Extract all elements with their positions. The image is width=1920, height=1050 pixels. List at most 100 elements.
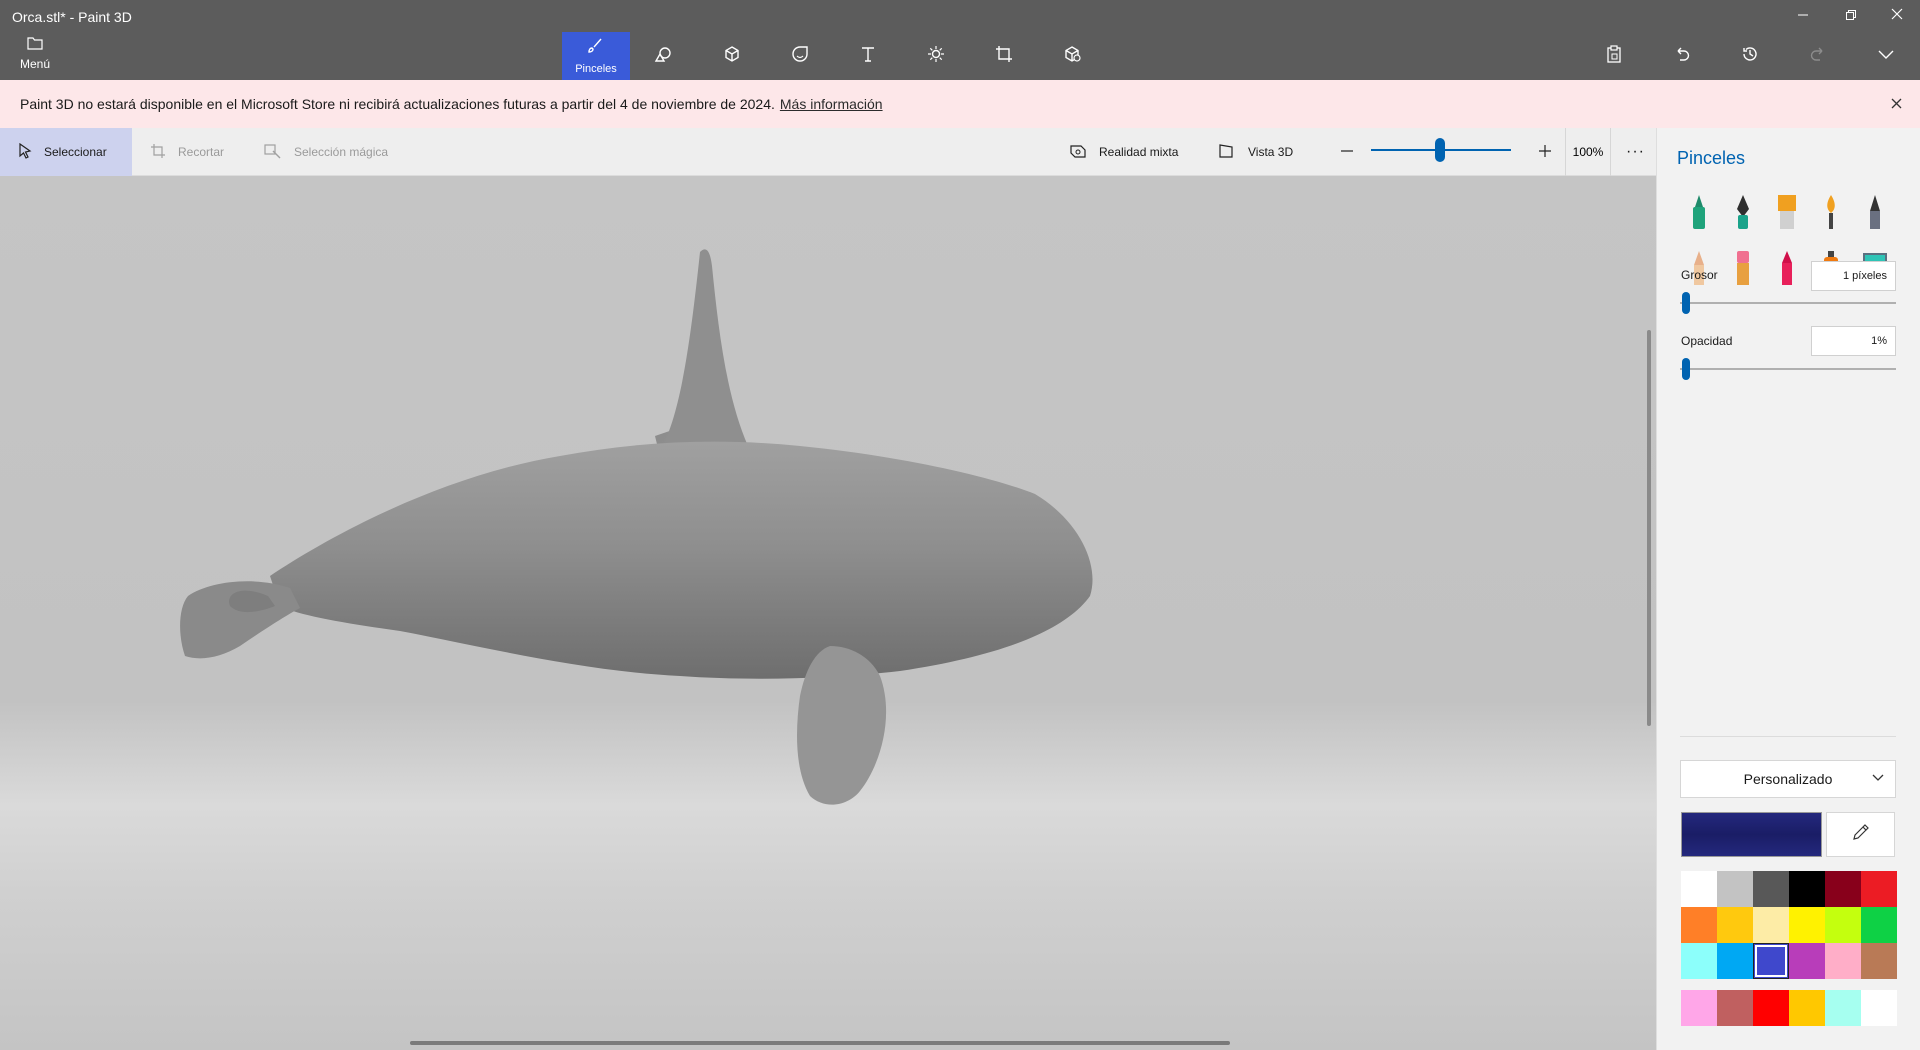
redo-button[interactable]: [1784, 32, 1852, 80]
right-actions: [1580, 32, 1920, 80]
zoom-level[interactable]: 100%: [1565, 128, 1611, 176]
brush-oil[interactable]: [1765, 186, 1809, 242]
tab-brushes[interactable]: Pinceles: [562, 32, 630, 80]
thickness-slider-thumb[interactable]: [1682, 292, 1691, 314]
current-color-swatch[interactable]: [1681, 812, 1822, 857]
restore-button[interactable]: [1828, 0, 1874, 32]
expand-icon: [1877, 47, 1895, 65]
view-3d-button[interactable]: Vista 3D: [1200, 128, 1311, 176]
custom-color-swatch[interactable]: [1681, 990, 1717, 1026]
custom-color-swatch[interactable]: [1825, 990, 1861, 1026]
zoom-in-button[interactable]: [1520, 128, 1570, 176]
tab-3d-library[interactable]: [1038, 32, 1106, 80]
color-swatch[interactable]: [1717, 943, 1753, 979]
finish-dropdown[interactable]: Personalizado: [1680, 760, 1896, 798]
color-swatch[interactable]: [1681, 907, 1717, 943]
marker-icon: [1689, 193, 1709, 236]
color-swatch[interactable]: [1789, 907, 1825, 943]
eyedropper-button[interactable]: [1826, 812, 1895, 857]
plus-icon: [1538, 144, 1552, 161]
notice-text: Paint 3D no estará disponible en el Micr…: [20, 96, 775, 112]
brush-marker[interactable]: [1677, 186, 1721, 242]
paste-button[interactable]: [1580, 32, 1648, 80]
color-swatch[interactable]: [1861, 871, 1897, 907]
menu-label: Menú: [19, 57, 51, 71]
thickness-value[interactable]: 1 píxeles: [1811, 261, 1896, 291]
zoom-out-button[interactable]: [1322, 128, 1372, 176]
opacity-slider-track[interactable]: [1680, 368, 1896, 370]
magic-select-button[interactable]: Selección mágica: [246, 128, 406, 176]
tab-2d-shapes[interactable]: [630, 32, 698, 80]
brush-pixel-pen[interactable]: [1853, 186, 1897, 242]
thickness-slider-track[interactable]: [1680, 302, 1896, 304]
magic-select-icon: [264, 143, 282, 162]
brush-eraser[interactable]: [1721, 242, 1765, 298]
brush-crayon[interactable]: [1765, 242, 1809, 298]
view-3d-label: Vista 3D: [1248, 145, 1294, 159]
view-3d-icon: [1218, 143, 1236, 162]
chevron-down-icon: [1871, 771, 1885, 788]
horizontal-scrollbar[interactable]: [410, 1041, 1230, 1045]
color-swatch[interactable]: [1717, 871, 1753, 907]
tab-canvas[interactable]: [970, 32, 1038, 80]
brush-icon: [587, 37, 605, 60]
oil-brush-icon: [1776, 193, 1798, 236]
color-swatch[interactable]: [1861, 943, 1897, 979]
minimize-button[interactable]: [1780, 0, 1826, 32]
color-swatch[interactable]: [1825, 871, 1861, 907]
close-window-button[interactable]: [1874, 0, 1920, 32]
notice-close-button[interactable]: [1886, 94, 1906, 114]
color-swatch[interactable]: [1789, 943, 1825, 979]
tab-stickers[interactable]: [766, 32, 834, 80]
restore-icon: [1846, 7, 1856, 25]
expand-button[interactable]: [1852, 32, 1920, 80]
brush-calligraphy[interactable]: [1721, 186, 1765, 242]
minus-icon: [1340, 144, 1354, 161]
vertical-scrollbar[interactable]: [1647, 330, 1651, 726]
redo-icon: [1809, 45, 1827, 68]
undo-button[interactable]: [1648, 32, 1716, 80]
custom-color-swatch[interactable]: [1753, 990, 1789, 1026]
more-options-button[interactable]: ···: [1614, 128, 1657, 176]
brush-watercolor[interactable]: [1809, 186, 1853, 242]
history-button[interactable]: [1716, 32, 1784, 80]
crop-icon: [150, 143, 166, 162]
color-swatch[interactable]: [1681, 871, 1717, 907]
color-palette: [1681, 871, 1897, 979]
history-icon: [1741, 45, 1759, 68]
color-swatch[interactable]: [1681, 943, 1717, 979]
color-swatch[interactable]: [1753, 871, 1789, 907]
folder-icon: [27, 36, 43, 57]
custom-color-swatch[interactable]: [1789, 990, 1825, 1026]
more-info-link[interactable]: Más información: [780, 96, 883, 112]
custom-color-swatch[interactable]: [1861, 990, 1897, 1026]
canvas-area[interactable]: [0, 176, 1656, 1050]
select-label: Seleccionar: [44, 145, 107, 159]
zoom-slider-thumb[interactable]: [1435, 138, 1445, 162]
color-swatch[interactable]: [1753, 907, 1789, 943]
opacity-slider-thumb[interactable]: [1682, 358, 1691, 380]
color-swatch[interactable]: [1861, 907, 1897, 943]
menu-button[interactable]: Menú: [14, 36, 56, 74]
library-3d-icon: [1062, 45, 1082, 68]
title-bar: Orca.stl* - Paint 3D Menú Pinceles: [0, 0, 1920, 80]
paste-icon: [1606, 44, 1622, 68]
pointer-icon: [18, 142, 32, 162]
color-swatch[interactable]: [1753, 943, 1789, 979]
color-swatch[interactable]: [1717, 907, 1753, 943]
tab-effects[interactable]: [902, 32, 970, 80]
color-swatch[interactable]: [1825, 943, 1861, 979]
color-swatch[interactable]: [1789, 871, 1825, 907]
thickness-label: Grosor: [1681, 268, 1718, 282]
color-swatch[interactable]: [1825, 907, 1861, 943]
tab-3d-shapes[interactable]: [698, 32, 766, 80]
tool-tabs: Pinceles: [562, 32, 1106, 80]
crop-button[interactable]: Recortar: [132, 128, 242, 176]
tab-text[interactable]: [834, 32, 902, 80]
orca-model[interactable]: [0, 176, 1656, 1050]
select-button[interactable]: Seleccionar: [0, 128, 132, 176]
opacity-value[interactable]: 1%: [1811, 326, 1896, 356]
custom-color-swatch[interactable]: [1717, 990, 1753, 1026]
calligraphy-pen-icon: [1733, 193, 1753, 236]
mixed-reality-button[interactable]: Realidad mixta: [1051, 128, 1196, 176]
